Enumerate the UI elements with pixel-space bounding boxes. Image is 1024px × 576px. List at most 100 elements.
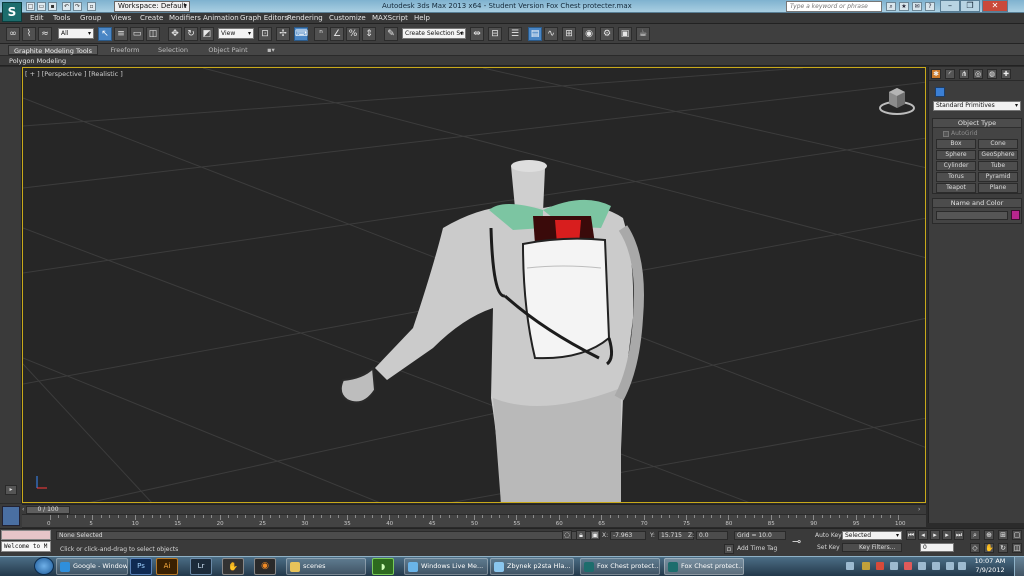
curve-editor-icon[interactable]: ∿: [544, 27, 558, 41]
taskbar-item-live-messenger[interactable]: Windows Live Me...: [404, 558, 488, 575]
object-type-title[interactable]: Object Type: [933, 119, 1021, 128]
geosphere-button[interactable]: GeoSphere: [978, 150, 1018, 160]
play-icon[interactable]: ▸: [930, 530, 940, 540]
tab-graphite-modeling-tools[interactable]: Graphite Modeling Tools: [8, 45, 98, 55]
reference-coordinate-dropdown[interactable]: View ▾: [218, 28, 254, 39]
search-icon[interactable]: ⌕: [886, 2, 896, 11]
percent-snap-icon[interactable]: %: [346, 27, 360, 41]
tab-freeform[interactable]: Freeform: [104, 45, 146, 55]
material-editor-icon[interactable]: ◉: [582, 27, 596, 41]
tray-network2-icon[interactable]: [932, 562, 940, 570]
listener-icon[interactable]: [2, 506, 20, 526]
primitive-category-dropdown[interactable]: Standard Primitives ▾: [933, 101, 1021, 111]
x-coord-field[interactable]: -7.963: [610, 531, 646, 540]
maximize-viewport-icon[interactable]: ◫: [1012, 543, 1022, 553]
rendered-frame-window-icon[interactable]: ▣: [618, 27, 632, 41]
expand-arrow-icon[interactable]: ▸: [5, 485, 17, 495]
teapot-button[interactable]: Teapot: [936, 183, 976, 193]
menu-maxscript[interactable]: MAXScript: [372, 13, 408, 24]
menu-modifiers[interactable]: Modifiers: [169, 13, 201, 24]
pyramid-button[interactable]: Pyramid: [978, 172, 1018, 182]
tray-network-icon[interactable]: [918, 562, 926, 570]
plane-button[interactable]: Plane: [978, 183, 1018, 193]
slider-prev-icon[interactable]: ‹: [22, 506, 24, 513]
keyboard-shortcut-override-icon[interactable]: ⌨: [294, 27, 308, 41]
hold-icon[interactable]: ▫: [87, 2, 96, 11]
previous-frame-icon[interactable]: ◂: [918, 530, 928, 540]
menu-tools[interactable]: Tools: [53, 13, 70, 24]
menu-rendering[interactable]: Rendering: [287, 13, 323, 24]
pan-view-icon[interactable]: ✋: [984, 543, 994, 553]
open-icon[interactable]: ▭: [37, 2, 46, 11]
menu-animation[interactable]: Animation: [203, 13, 239, 24]
maxscript-listener-input[interactable]: Welcome to M: [1, 541, 51, 552]
object-name-input[interactable]: [936, 211, 1008, 220]
time-slider-thumb[interactable]: 0 / 100: [26, 506, 70, 514]
illustrator-icon[interactable]: Ai: [156, 558, 178, 575]
tray-antivirus-icon[interactable]: [876, 562, 884, 570]
menu-views[interactable]: Views: [111, 13, 131, 24]
z-coord-field[interactable]: 0.0: [696, 531, 728, 540]
key-filters-button[interactable]: Key Filters...: [842, 543, 902, 552]
cylinder-button[interactable]: Cylinder: [936, 161, 976, 171]
taskbar-item-google[interactable]: Google - Window...: [56, 558, 128, 575]
workspace-dropdown[interactable]: Workspace: Default ▾: [114, 1, 190, 12]
viewcube-icon[interactable]: [879, 84, 915, 116]
search-input[interactable]: Type a keyword or phrase: [786, 1, 882, 12]
isolate-selection-icon[interactable]: ◌: [562, 530, 572, 540]
new-icon[interactable]: □: [26, 2, 35, 11]
next-frame-icon[interactable]: ▸: [942, 530, 952, 540]
taskbar-item-chat[interactable]: Zbynek p2sta Hla...: [490, 558, 574, 575]
subscription-icon[interactable]: ★: [899, 2, 909, 11]
shell-icon[interactable]: ✋: [222, 558, 244, 575]
modify-tab-icon[interactable]: ◜: [945, 69, 955, 79]
help-icon[interactable]: ?: [925, 2, 935, 11]
restore-button[interactable]: ❐: [960, 0, 980, 12]
key-mode-dropdown[interactable]: Selected ▾: [842, 531, 902, 540]
cone-button[interactable]: Cone: [978, 139, 1018, 149]
render-production-icon[interactable]: ☕: [636, 27, 650, 41]
taskbar-item-3dsmax-2[interactable]: Fox Chest protect...: [664, 558, 744, 575]
zoom-region-icon[interactable]: ▢: [1012, 530, 1022, 540]
align-icon[interactable]: ⊟: [488, 27, 502, 41]
menu-customize[interactable]: Customize: [329, 13, 366, 24]
time-slider[interactable]: 0 / 100 ‹ ›: [22, 504, 926, 514]
taskbar-clock[interactable]: 10:07 AM 7/9/2012: [970, 557, 1010, 575]
set-key-button[interactable]: Set Key: [817, 543, 840, 552]
tray-arrow-icon[interactable]: [846, 562, 854, 570]
menu-help[interactable]: Help: [414, 13, 430, 24]
bind-space-warp-icon[interactable]: ≈: [38, 27, 52, 41]
tray-app-icon[interactable]: [862, 562, 870, 570]
auto-key-button[interactable]: Auto Key: [815, 531, 842, 540]
utilities-tab-icon[interactable]: ✚: [1001, 69, 1011, 79]
tray-volume-icon[interactable]: [958, 562, 966, 570]
show-desktop-button[interactable]: [1014, 557, 1024, 576]
angle-snap-icon[interactable]: ∠: [330, 27, 344, 41]
display-tab-icon[interactable]: ◍: [987, 69, 997, 79]
absolute-mode-icon[interactable]: ▣: [590, 530, 600, 540]
close-button[interactable]: ✕: [982, 0, 1008, 12]
tray-battery-icon[interactable]: [946, 562, 954, 570]
add-time-tag[interactable]: Add Time Tag: [737, 544, 777, 553]
photoshop-icon[interactable]: Ps: [130, 558, 152, 575]
maxscript-listener-pink[interactable]: [1, 530, 51, 540]
communication-icon[interactable]: ✉: [912, 2, 922, 11]
app-green-icon[interactable]: ◗: [372, 558, 394, 575]
track-bar[interactable]: 0 5 10 15 20 25 30 35 40 45 50 55 60 65 70 75 80 85 90 95 10…: [22, 514, 926, 528]
character-model[interactable]: [339, 160, 644, 503]
pivot-center-icon[interactable]: ⊡: [258, 27, 272, 41]
rectangular-selection-icon[interactable]: ▭: [130, 27, 144, 41]
current-frame-field[interactable]: 0: [920, 543, 954, 552]
select-move-icon[interactable]: ✥: [168, 27, 182, 41]
go-to-end-icon[interactable]: ⏭: [954, 530, 964, 540]
layer-manager-icon[interactable]: ☰: [508, 27, 522, 41]
taskbar-item-scenes[interactable]: scenes: [286, 558, 366, 575]
minimize-button[interactable]: –: [940, 0, 960, 12]
tube-button[interactable]: Tube: [978, 161, 1018, 171]
field-of-view-icon[interactable]: ◇: [970, 543, 980, 553]
object-color-swatch[interactable]: [1011, 210, 1020, 220]
zoom-extents-icon[interactable]: ⊞: [998, 530, 1008, 540]
select-by-name-icon[interactable]: ≡: [114, 27, 128, 41]
torus-button[interactable]: Torus: [936, 172, 976, 182]
autogrid-checkbox[interactable]: [943, 131, 949, 137]
